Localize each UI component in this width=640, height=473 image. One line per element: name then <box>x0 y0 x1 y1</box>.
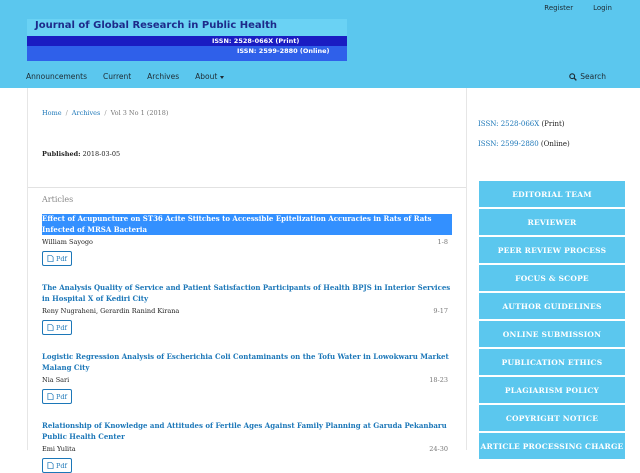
pdf-icon <box>47 462 54 469</box>
article-pages: 24-30 <box>429 445 448 453</box>
article-item: Logistic Regression Analysis of Escheric… <box>42 352 452 404</box>
published-label: Published: <box>42 150 81 158</box>
nav-about[interactable]: About <box>195 72 225 81</box>
nav-archives[interactable]: Archives <box>147 72 179 81</box>
sidebar-issn-print: ISSN: 2528-066X (Print) <box>478 120 565 128</box>
banner-issn-online: ISSN: 2599-2880 (Online) <box>237 47 330 55</box>
article-item: The Analysis Quality of Service and Pati… <box>42 283 452 335</box>
search-link[interactable]: Search <box>569 72 606 81</box>
nav-announcements[interactable]: Announcements <box>26 72 87 81</box>
article-meta: William Sayogo 1-8 <box>42 238 452 247</box>
search-label: Search <box>580 72 606 81</box>
menu-peer-review-process[interactable]: PEER REVIEW PROCESS <box>479 237 625 263</box>
article-title[interactable]: Relationship of Knowledge and Attitudes … <box>42 421 452 442</box>
pdf-icon <box>47 255 54 262</box>
site-header: Register Login Journal of Global Researc… <box>0 0 640 88</box>
main-content: Home / Archives / Vol 3 No 1 (2018) Publishe… <box>27 88 467 473</box>
breadcrumb-archives[interactable]: Archives <box>72 109 101 117</box>
article-authors: Reny Nugraheni, Gerardin Ranind Kirana <box>42 307 180 315</box>
nav-current[interactable]: Current <box>103 72 131 81</box>
article-title[interactable]: Logistic Regression Analysis of Escheric… <box>42 352 452 373</box>
breadcrumb-separator: / <box>65 109 68 117</box>
article-title[interactable]: Effect of Acupuncture on ST36 Acite Stit… <box>42 214 452 235</box>
search-icon <box>569 72 578 81</box>
journal-banner[interactable]: Journal of Global Research in Public Hea… <box>27 19 347 61</box>
caret-down-icon <box>220 75 225 79</box>
article-item: Relationship of Knowledge and Attitudes … <box>42 421 452 473</box>
pdf-icon <box>47 393 54 400</box>
article-authors: William Sayogo <box>42 238 93 246</box>
issn-print-suffix: (Print) <box>541 120 565 128</box>
login-link[interactable]: Login <box>593 4 612 12</box>
pdf-label: Pdf <box>56 254 67 263</box>
menu-author-guidelines[interactable]: AUTHOR GUIDELINES <box>479 293 625 319</box>
register-link[interactable]: Register <box>544 4 573 12</box>
menu-article-processing-charge[interactable]: ARTICLE PROCESSING CHARGE <box>479 433 625 459</box>
breadcrumb-current: Vol 3 No 1 (2018) <box>110 109 169 117</box>
pdf-button[interactable]: Pdf <box>42 320 72 335</box>
user-nav: Register Login <box>544 4 612 12</box>
pdf-label: Pdf <box>56 323 67 332</box>
article-meta: Reny Nugraheni, Gerardin Ranind Kirana 9… <box>42 307 452 316</box>
nav-about-label: About <box>195 72 218 81</box>
breadcrumb-separator: / <box>104 109 107 117</box>
pdf-icon <box>47 324 54 331</box>
articles-heading: Articles <box>42 195 74 204</box>
article-title[interactable]: The Analysis Quality of Service and Pati… <box>42 283 452 304</box>
published-value: 2018-03-05 <box>82 150 121 158</box>
article-authors: Emi Yulita <box>42 445 76 453</box>
published-date: Published: 2018-03-05 <box>42 150 120 158</box>
article-pages: 9-17 <box>433 307 448 315</box>
article-item: Effect of Acupuncture on ST36 Acite Stit… <box>42 214 452 266</box>
menu-online-submission[interactable]: ONLINE SUBMISSION <box>479 321 625 347</box>
issn-online-link[interactable]: ISSN: 2599-2880 <box>478 140 539 148</box>
pdf-label: Pdf <box>56 392 67 401</box>
banner-issn-print: ISSN: 2528-066X (Print) <box>212 37 300 45</box>
issn-print-link[interactable]: ISSN: 2528-066X <box>478 120 539 128</box>
pdf-button[interactable]: Pdf <box>42 458 72 473</box>
article-authors: Nia Sari <box>42 376 70 384</box>
menu-reviewer[interactable]: REVIEWER <box>479 209 625 235</box>
divider <box>28 187 466 188</box>
pdf-button[interactable]: Pdf <box>42 251 72 266</box>
article-pages: 18-23 <box>429 376 448 384</box>
pdf-button[interactable]: Pdf <box>42 389 72 404</box>
menu-editorial-team[interactable]: EDITORIAL TEAM <box>479 181 625 207</box>
breadcrumb: Home / Archives / Vol 3 No 1 (2018) <box>42 109 168 117</box>
menu-copyright-notice[interactable]: COPYRIGHT NOTICE <box>479 405 625 431</box>
menu-focus-scope[interactable]: FOCUS & SCOPE <box>479 265 625 291</box>
sidebar: ISSN: 2528-066X (Print) ISSN: 2599-2880 … <box>466 88 640 459</box>
breadcrumb-home[interactable]: Home <box>42 109 62 117</box>
sidebar-menu: EDITORIAL TEAM REVIEWER PEER REVIEW PROC… <box>479 181 625 461</box>
menu-publication-ethics[interactable]: PUBLICATION ETHICS <box>479 349 625 375</box>
journal-title: Journal of Global Research in Public Hea… <box>35 20 277 31</box>
menu-plagiarism-policy[interactable]: PLAGIARISM POLICY <box>479 377 625 403</box>
pdf-label: Pdf <box>56 461 67 470</box>
main-nav: Announcements Current Archives About <box>26 72 225 81</box>
issn-online-suffix: (Online) <box>540 140 570 148</box>
article-pages: 1-8 <box>437 238 448 246</box>
sidebar-issn-online: ISSN: 2599-2880 (Online) <box>478 140 570 148</box>
article-meta: Nia Sari 18-23 <box>42 376 452 385</box>
